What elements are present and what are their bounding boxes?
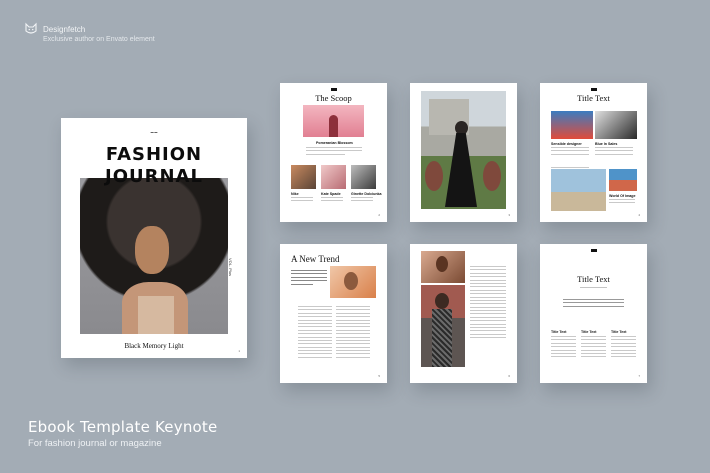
- page-number: 6: [508, 374, 510, 378]
- cols-divider: [580, 287, 607, 288]
- scoop-caption-1: Nike: [291, 192, 299, 196]
- scoop-col-text-1: [291, 197, 313, 204]
- cover-portrait-photo: [80, 178, 228, 334]
- trend-col-1: [298, 306, 332, 360]
- trend-title: A New Trend: [291, 254, 340, 264]
- trend-intro-text: [291, 270, 327, 287]
- page-number: 3: [508, 213, 510, 217]
- page-full-photo: 3: [410, 83, 517, 222]
- portrait-text: [470, 266, 506, 341]
- cover-footer: Black Memory Light: [124, 342, 184, 350]
- page-number: 5: [378, 374, 380, 378]
- brand-tagline: Exclusive author on Envato element: [43, 36, 155, 43]
- cover-side-label: VOL. Plus: [228, 258, 233, 277]
- cols-title: Title Text: [577, 274, 610, 284]
- scoop-photo-1: [291, 165, 316, 189]
- cols-text-1: [551, 336, 576, 360]
- grid-photo-4: [609, 169, 637, 191]
- page-title-text-grid: Title Text Sensible designer Blue In Sal…: [540, 83, 647, 222]
- cols-heading-3: Title Text: [611, 330, 627, 334]
- trend-photo: [330, 266, 376, 298]
- scoop-col-text-3: [351, 197, 373, 204]
- grid-caption-1: Sensible designer: [551, 142, 582, 146]
- grid-text-4: [609, 199, 635, 206]
- page-number: 7: [638, 374, 640, 378]
- grid-text-1: [551, 147, 589, 157]
- cols-intro-text: [563, 299, 624, 309]
- cols-heading-2: Title Text: [581, 330, 597, 334]
- product-subtitle: For fashion journal or magazine: [28, 438, 162, 449]
- scoop-caption-2: Kate Spade: [321, 192, 341, 196]
- grid-photo-2: [595, 111, 637, 139]
- cover-title-line1: FASHION: [105, 144, 203, 165]
- grid-title: Title Text: [577, 93, 610, 103]
- cover-issue-line: ▬ ▬: [150, 130, 158, 134]
- page-mark: [331, 88, 337, 91]
- scoop-col-text-2: [321, 197, 343, 204]
- page-number: 4: [638, 213, 640, 217]
- scoop-title: The Scoop: [315, 93, 352, 103]
- cols-heading-1: Title Text: [551, 330, 567, 334]
- grid-caption-3: World Of Image: [609, 194, 636, 198]
- grid-photo-1: [551, 111, 593, 139]
- page-the-scoop: The Scoop Pomeranian Blossom Nike Kate S…: [280, 83, 387, 222]
- page-mark: [591, 249, 597, 252]
- scoop-body-text: [306, 147, 362, 157]
- portrait-photo-1: [421, 251, 465, 283]
- cover-page: ▬ ▬ FASHION JOURNAL VOL. Plus Black Memo…: [61, 118, 247, 358]
- scoop-feature-caption: Pomeranian Blossom: [316, 141, 353, 145]
- page-portrait-pair: 6: [410, 244, 517, 383]
- product-title: Ebook Template Keynote: [28, 418, 218, 436]
- page-mark: [591, 88, 597, 91]
- page-a-new-trend: A New Trend 5: [280, 244, 387, 383]
- page-title-text-columns: Title Text Title Text Title Text Title T…: [540, 244, 647, 383]
- castle-dress-photo: [421, 91, 506, 209]
- trend-col-2: [336, 306, 370, 360]
- scoop-photo-2: [321, 165, 346, 189]
- cols-text-2: [581, 336, 606, 360]
- grid-caption-2: Blue In Sales: [595, 142, 618, 146]
- grid-text-2: [595, 147, 633, 157]
- brand-name: Designfetch: [43, 25, 86, 34]
- cat-face-icon: [25, 22, 37, 34]
- page-number: 2: [378, 213, 380, 217]
- portrait-photo-2: [421, 285, 465, 367]
- scoop-feature-photo: [303, 105, 364, 137]
- grid-photo-3: [551, 169, 606, 211]
- page-number: 1: [238, 349, 240, 353]
- scoop-caption-3: Ginette Dolciunka: [351, 192, 382, 196]
- scoop-photo-3: [351, 165, 376, 189]
- cover-title-line2: JOURNAL: [105, 166, 203, 187]
- cols-text-3: [611, 336, 636, 360]
